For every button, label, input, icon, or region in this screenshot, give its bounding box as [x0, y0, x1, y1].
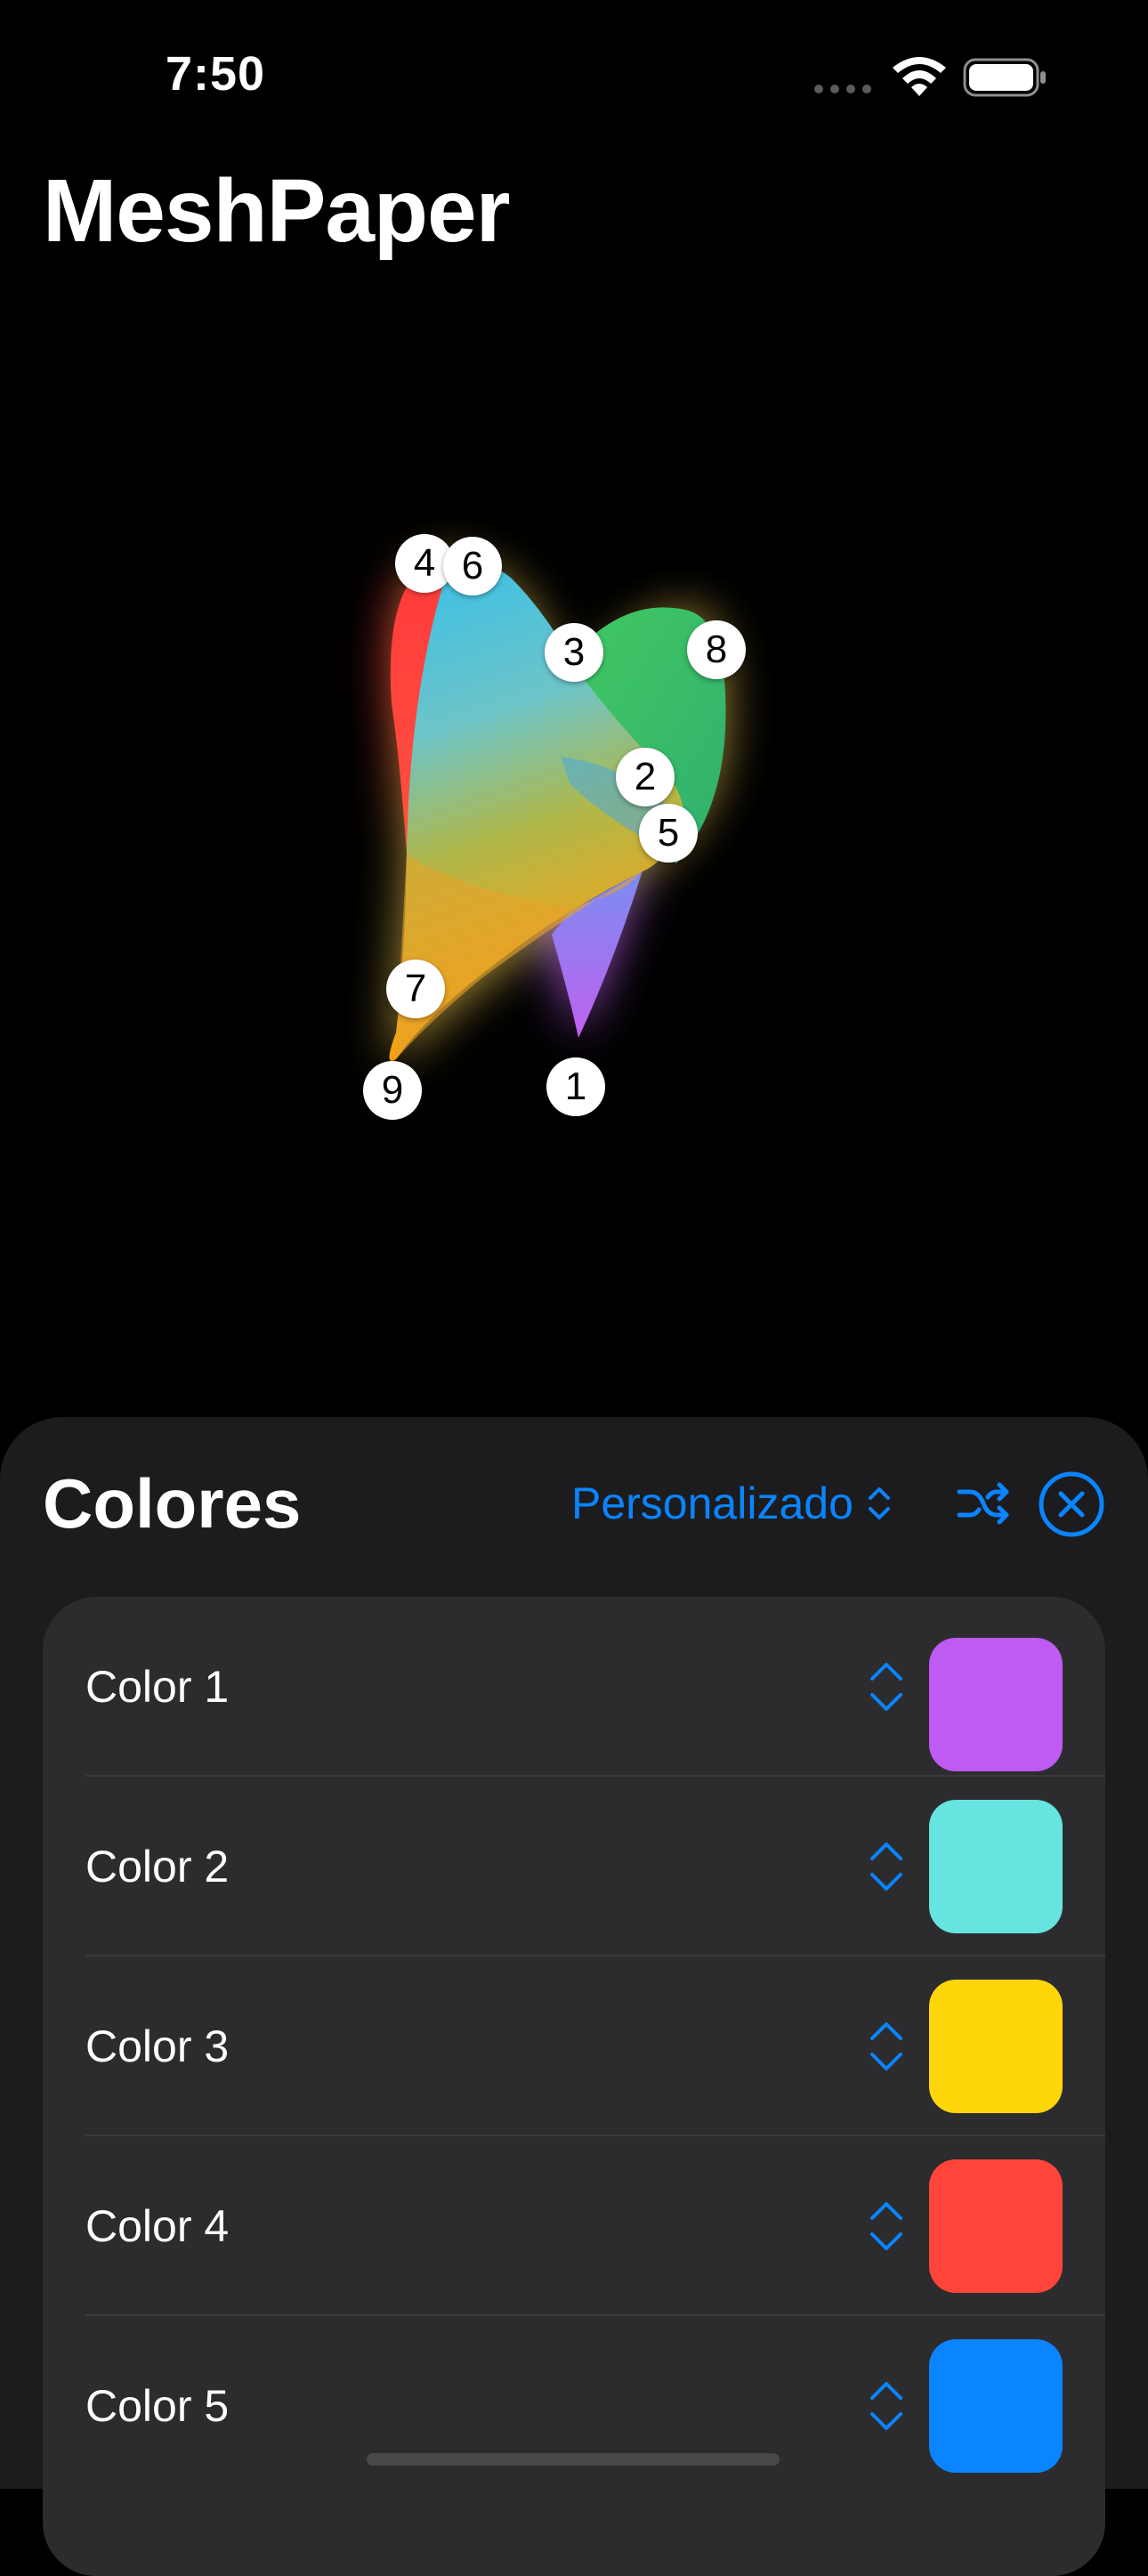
color-row-5[interactable]: Color 5	[43, 2316, 1105, 2496]
sheet-title: Colores	[43, 1464, 302, 1543]
status-time: 7:50	[166, 47, 266, 101]
mesh-point-handle-2[interactable]: 2	[616, 748, 675, 806]
reorder-chevron-icon[interactable]	[867, 1835, 906, 1898]
chevron-up-down-icon	[868, 1487, 890, 1519]
color-swatch[interactable]	[929, 2159, 1063, 2293]
mesh-point-handle-7[interactable]: 7	[386, 960, 445, 1018]
color-row-4[interactable]: Color 4	[43, 2136, 1105, 2316]
color-label: Color 2	[85, 1842, 230, 1891]
preset-menu-button[interactable]: Personalizado	[571, 1474, 893, 1533]
color-swatch[interactable]	[929, 2339, 1063, 2473]
reorder-chevron-icon[interactable]	[867, 1656, 906, 1718]
color-swatch[interactable]	[929, 1980, 1063, 2113]
status-bar: 7:50	[0, 0, 1148, 151]
mesh-point-handle-3[interactable]: 3	[545, 623, 603, 682]
mesh-gradient-canvas[interactable]: 4 6 3 8 2 5 7 9 1	[0, 463, 1148, 1193]
color-list: Color 1 Color 2 Color 3 Color 4 Color 5	[43, 1597, 1105, 2576]
color-row-2[interactable]: Color 2	[43, 1777, 1105, 1956]
battery-icon	[963, 58, 1046, 97]
mesh-point-handle-1[interactable]: 1	[546, 1057, 605, 1116]
preset-label: Personalizado	[571, 1478, 853, 1528]
color-label: Color 4	[85, 2201, 230, 2251]
mesh-point-handle-5[interactable]: 5	[639, 804, 698, 863]
color-swatch[interactable]	[929, 1638, 1063, 1771]
reorder-chevron-icon[interactable]	[867, 2375, 906, 2437]
app-title: MeshPaper	[43, 161, 511, 261]
mesh-point-handle-9[interactable]: 9	[363, 1061, 422, 1120]
color-row-1[interactable]: Color 1	[43, 1597, 1105, 1777]
home-indicator[interactable]	[367, 2453, 780, 2466]
color-label: Color 1	[85, 1662, 230, 1712]
reorder-chevron-icon[interactable]	[867, 2015, 906, 2078]
color-label: Color 5	[85, 2381, 230, 2431]
color-label: Color 3	[85, 2021, 230, 2071]
mesh-point-handle-6[interactable]: 6	[443, 537, 502, 595]
cellular-signal-icon	[814, 85, 871, 93]
color-row-3[interactable]: Color 3	[43, 1956, 1105, 2136]
color-swatch[interactable]	[929, 1800, 1063, 1933]
close-icon[interactable]	[1038, 1470, 1105, 1538]
reorder-chevron-icon[interactable]	[867, 2195, 906, 2257]
colors-sheet: Colores Personalizado Color 1 Color 2 Co…	[0, 1417, 1148, 2576]
mesh-point-handle-8[interactable]: 8	[687, 620, 746, 679]
shuffle-icon[interactable]	[956, 1476, 1011, 1531]
wifi-icon	[893, 57, 946, 96]
